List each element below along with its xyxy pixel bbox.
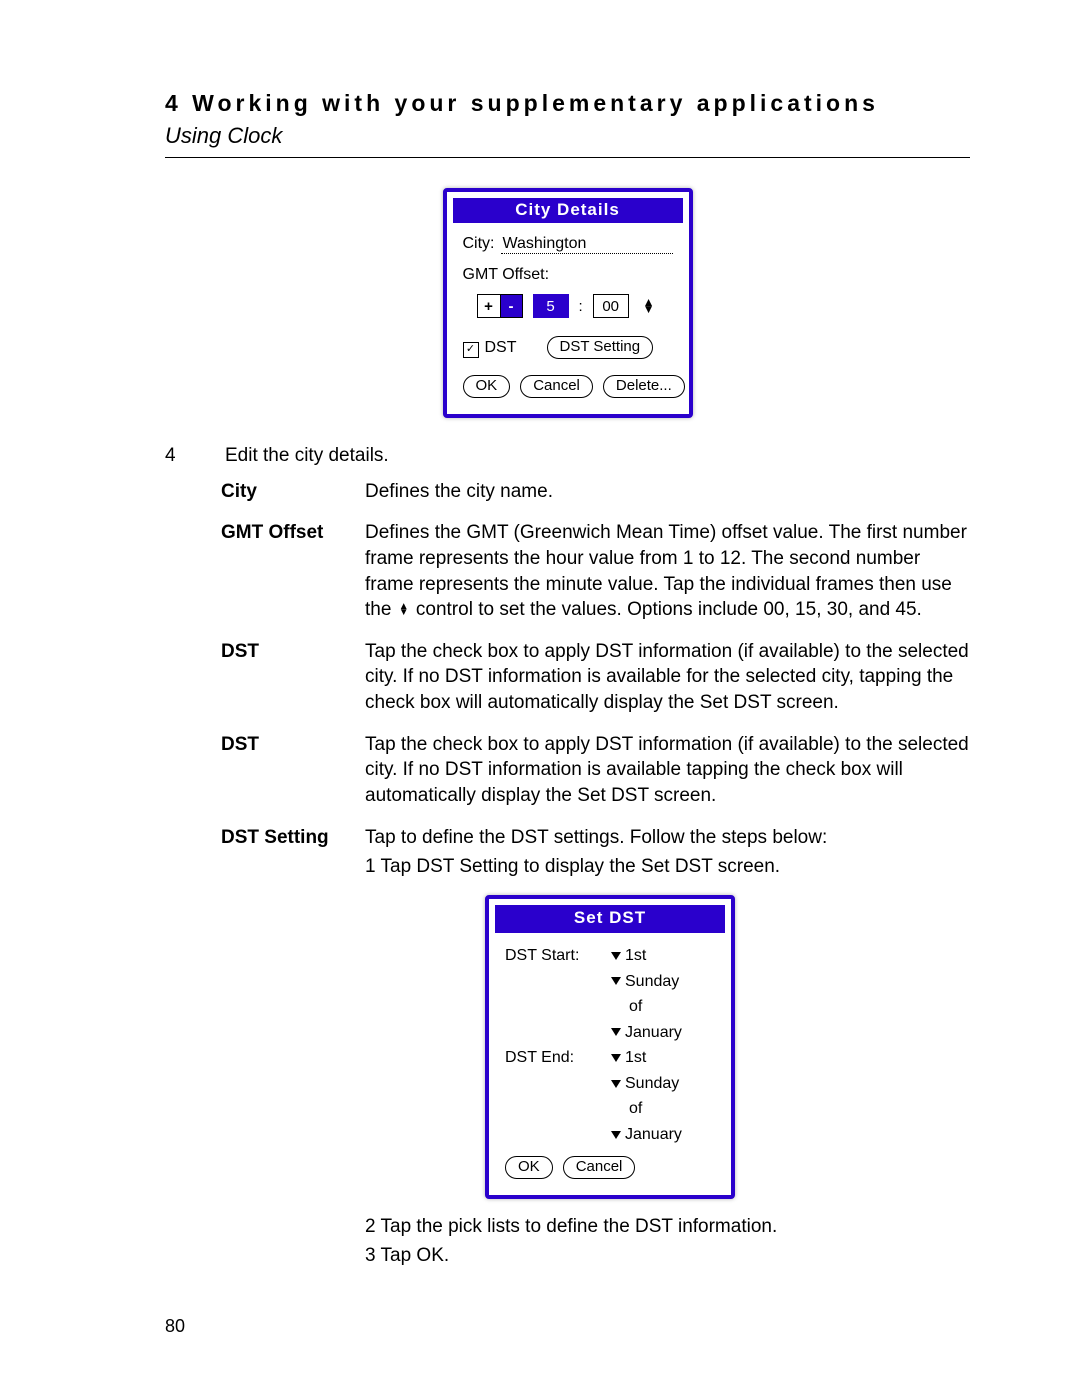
term-gmt-offset: GMT Offset: [221, 520, 341, 623]
term-city: City: [221, 479, 341, 505]
body-dst-1: Tap the check box to apply DST informati…: [365, 639, 970, 716]
time-colon: :: [579, 298, 583, 315]
city-input[interactable]: Washington: [501, 235, 673, 254]
start-occurrence-picker[interactable]: 1st: [611, 945, 721, 967]
gmt-offset-label: GMT Offset:: [463, 266, 673, 284]
chapter-title: 4 Working with your supplementary applic…: [165, 90, 970, 117]
body-gmt-offset: Defines the GMT (Greenwich Mean Time) of…: [365, 520, 970, 623]
end-month-picker[interactable]: January: [611, 1124, 721, 1146]
dst-setting-intro: Tap to define the DST settings. Follow t…: [365, 825, 970, 851]
dropdown-icon: [611, 977, 621, 985]
hours-box[interactable]: 5: [533, 294, 569, 318]
dropdown-icon: [611, 1054, 621, 1062]
city-details-dialog: City Details City: Washington GMT Offset…: [443, 188, 693, 418]
plus-button[interactable]: +: [478, 295, 500, 317]
city-label: City:: [463, 235, 495, 253]
body-city: Defines the city name.: [365, 479, 970, 505]
dst-checkbox[interactable]: ✓: [463, 342, 479, 358]
set-dst-ok-button[interactable]: OK: [505, 1156, 553, 1179]
start-of-label: of: [611, 996, 721, 1018]
substep-1: 1 Tap DST Setting to display the Set DST…: [365, 854, 970, 880]
end-occ-value: 1st: [625, 1047, 646, 1069]
dropdown-icon: [611, 1131, 621, 1139]
dst-label: DST: [485, 339, 517, 357]
spinner-down-icon[interactable]: ▼: [643, 306, 655, 313]
body-dst-2: Tap the check box to apply DST informati…: [365, 732, 970, 809]
term-dst-2: DST: [221, 732, 341, 809]
dropdown-icon: [611, 952, 621, 960]
term-dst-setting: DST Setting: [221, 825, 341, 1269]
gmt-text-part2: control to set the values. Options inclu…: [416, 599, 922, 620]
set-dst-cancel-button[interactable]: Cancel: [563, 1156, 636, 1179]
dropdown-icon: [611, 1028, 621, 1036]
end-occurrence-picker[interactable]: 1st: [611, 1047, 721, 1069]
start-month-value: January: [625, 1022, 682, 1044]
dst-setting-button[interactable]: DST Setting: [547, 336, 654, 359]
start-occ-value: 1st: [625, 945, 646, 967]
header-rule: [165, 157, 970, 158]
page-number: 80: [165, 1316, 185, 1337]
substep-3: 3 Tap OK.: [365, 1243, 970, 1269]
minus-button[interactable]: -: [500, 295, 522, 317]
spinner-icon[interactable]: ▲ ▼: [643, 299, 655, 313]
end-month-value: January: [625, 1124, 682, 1146]
end-of-label: of: [611, 1098, 721, 1120]
cancel-button[interactable]: Cancel: [520, 375, 593, 398]
dst-start-label: DST Start:: [505, 945, 605, 967]
section-subtitle: Using Clock: [165, 123, 970, 149]
start-day-picker[interactable]: Sunday: [611, 971, 721, 993]
term-dst-1: DST: [221, 639, 341, 716]
inline-spinner-icon: ▲ ▼: [399, 604, 409, 616]
body-dst-setting: Tap to define the DST settings. Follow t…: [365, 825, 970, 1269]
dst-end-label: DST End:: [505, 1047, 605, 1069]
step-text: Edit the city details.: [225, 443, 389, 469]
inline-spinner-down-icon: ▼: [399, 610, 409, 616]
step-number: 4: [165, 443, 185, 469]
dropdown-icon: [611, 1080, 621, 1088]
set-dst-dialog: Set DST DST Start: 1st Sunday of: [485, 895, 735, 1199]
sign-toggle[interactable]: + -: [477, 294, 523, 318]
end-day-picker[interactable]: Sunday: [611, 1073, 721, 1095]
set-dst-title-bar: Set DST: [495, 905, 725, 933]
ok-button[interactable]: OK: [463, 375, 511, 398]
dialog-title-bar: City Details: [453, 198, 683, 223]
start-day-value: Sunday: [625, 971, 679, 993]
delete-button[interactable]: Delete...: [603, 375, 685, 398]
minutes-box[interactable]: 00: [593, 294, 629, 318]
start-month-picker[interactable]: January: [611, 1022, 721, 1044]
end-day-value: Sunday: [625, 1073, 679, 1095]
substep-2: 2 Tap the pick lists to define the DST i…: [365, 1214, 970, 1240]
